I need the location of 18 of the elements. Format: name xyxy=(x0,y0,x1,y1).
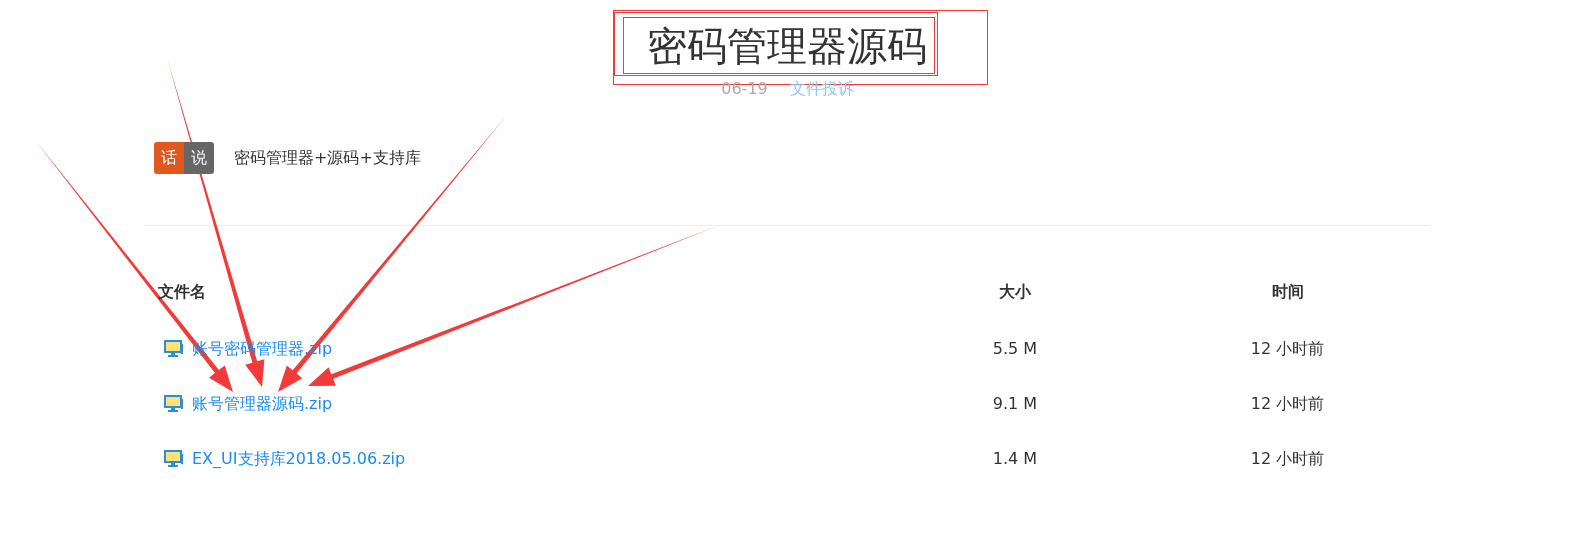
monitor-icon xyxy=(164,449,184,468)
file-size: 5.5 M xyxy=(992,337,1038,360)
column-header: 文件名 xyxy=(157,281,206,303)
file-time: 12 小时前 xyxy=(1250,392,1325,415)
report-link[interactable]: 文件投诉 xyxy=(789,79,854,99)
description-text: 密码管理器+源码+支持库 xyxy=(234,147,421,169)
file-size: 1.4 M xyxy=(992,447,1038,470)
file-link[interactable]: EX_UI支持库2018.05.06.zip xyxy=(192,446,406,471)
file-size: 9.1 M xyxy=(992,392,1038,415)
page-title: 密码管理器源码 xyxy=(647,23,927,68)
date-text: 06-19 xyxy=(721,79,768,99)
column-header: 时间 xyxy=(1271,281,1304,303)
column-header: 大小 xyxy=(999,281,1031,303)
file-link[interactable]: 账号管理器源码.zip xyxy=(192,391,333,416)
file-time: 12 小时前 xyxy=(1250,447,1325,470)
monitor-icon xyxy=(164,394,184,413)
monitor-icon xyxy=(164,339,184,358)
file-time: 12 小时前 xyxy=(1250,337,1325,360)
